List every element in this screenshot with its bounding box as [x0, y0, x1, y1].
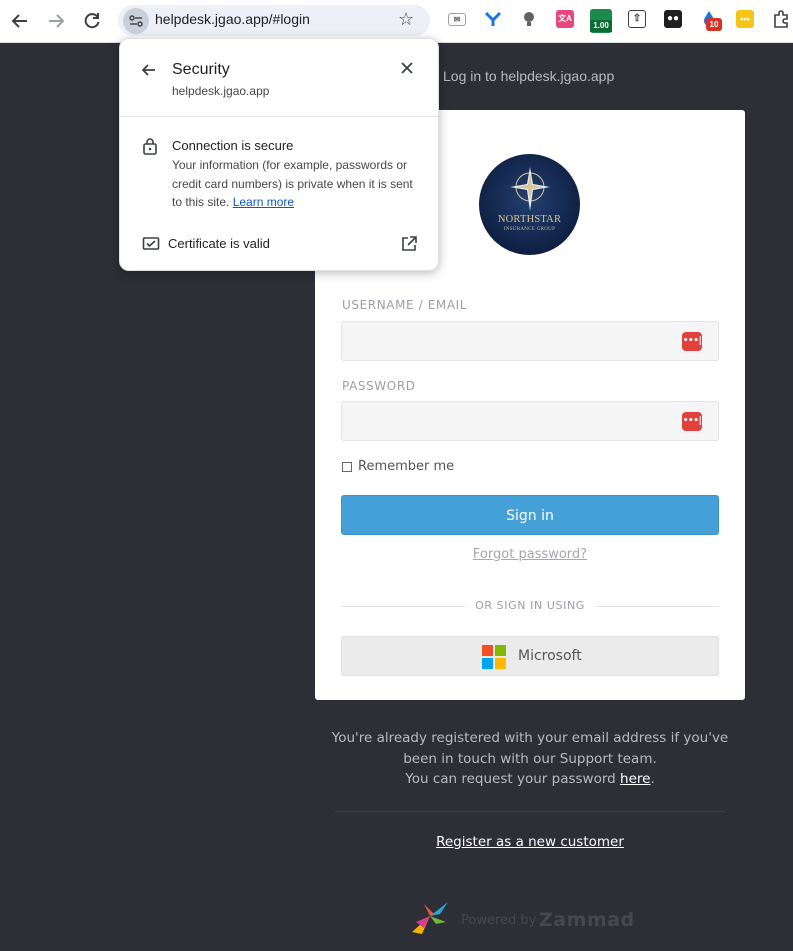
external-link-icon[interactable] [400, 235, 418, 258]
password-field[interactable]: •••| [341, 401, 719, 441]
password-manager-icon[interactable]: •••| [682, 332, 702, 351]
logo-subtitle: INSURANCE GROUP [503, 227, 556, 232]
lock-icon [142, 137, 158, 160]
remember-me-checkbox[interactable] [342, 462, 352, 472]
powered-by-label: Powered by [461, 913, 537, 928]
or-sign-in-using-label: OR SIGN IN USING [475, 599, 585, 612]
reload-icon[interactable] [80, 9, 104, 33]
sign-in-button[interactable]: Sign in [341, 495, 719, 535]
divider-left [341, 606, 465, 607]
forward-arrow-icon[interactable] [44, 9, 68, 33]
logo-name: NORTHSTAR [497, 214, 562, 225]
forgot-password-link[interactable]: Forgot password? [315, 547, 745, 562]
zammad-brand: Zammad [539, 909, 635, 931]
registered-note: You're already registered with your emai… [315, 728, 745, 790]
puzzle-extensions-icon[interactable] [772, 10, 790, 28]
certificate-valid-button[interactable]: Certificate is valid [168, 236, 270, 251]
password-manager-icon[interactable]: •••| [682, 412, 702, 431]
y-extension-icon[interactable] [484, 10, 502, 28]
back-arrow-icon[interactable] [140, 61, 158, 84]
microsoft-logo-icon [482, 645, 506, 669]
register-text[interactable]: Register as a new customer [436, 834, 624, 850]
microsoft-label: Microsoft [518, 648, 582, 664]
username-label: USERNAME / EMAIL [342, 298, 468, 312]
security-popup: Security helpdesk.jgao.app Connection is… [119, 38, 439, 271]
price-badge: 1.00 [590, 20, 612, 32]
period: . [650, 771, 655, 787]
microsoft-sign-in-button[interactable]: Microsoft [341, 636, 719, 676]
remember-me-label[interactable]: Remember me [358, 459, 454, 474]
browser-toolbar: helpdesk.jgao.app/#login ☆ ✉ 文A 1.00 ⇧ ●… [0, 0, 793, 43]
page-heading: Log in to helpdesk.jgao.app [443, 68, 615, 84]
site-info-icon[interactable] [123, 8, 149, 34]
url-text[interactable]: helpdesk.jgao.app/#login [155, 11, 310, 27]
back-arrow-icon[interactable] [8, 9, 32, 33]
drop-extension-icon[interactable]: 10 [700, 10, 722, 31]
upload-extension-icon[interactable]: ⇧ [628, 10, 646, 28]
company-logo: NORTHSTAR INSURANCE GROUP [479, 154, 580, 255]
popup-divider [120, 116, 438, 117]
zammad-bird-icon [412, 902, 448, 934]
separator [335, 811, 725, 812]
popup-host: helpdesk.jgao.app [172, 84, 270, 98]
registered-note-line: You're already registered with your emai… [331, 730, 729, 767]
username-field[interactable]: •••| [341, 321, 719, 361]
password-extension-icon[interactable]: ••• [736, 10, 754, 28]
register-link[interactable]: Register as a new customer [315, 834, 745, 850]
bulb-extension-icon[interactable] [520, 10, 538, 28]
address-bar[interactable]: helpdesk.jgao.app/#login ☆ [118, 5, 430, 36]
popup-title: Security [172, 61, 230, 78]
password-label: PASSWORD [342, 379, 416, 393]
mail-extension-icon[interactable]: ✉ [448, 13, 466, 26]
forgot-password-text[interactable]: Forgot password? [473, 547, 587, 562]
request-password-text: You can request your password [405, 771, 616, 787]
translate-extension-icon[interactable]: 文A [556, 10, 574, 28]
connection-secure-title: Connection is secure [172, 138, 294, 153]
certificate-icon [142, 236, 160, 257]
bookmark-star-icon[interactable]: ☆ [398, 9, 414, 30]
chat-extension-icon[interactable]: ●● [664, 10, 682, 28]
request-password-line: You can request your password here. [315, 769, 745, 790]
powered-by-footer[interactable]: Powered by Zammad [410, 898, 640, 938]
drop-badge: 10 [706, 18, 722, 31]
close-icon[interactable] [398, 59, 416, 82]
request-password-link[interactable]: here [620, 771, 650, 787]
learn-more-link[interactable]: Learn more [233, 195, 294, 209]
connection-secure-description: Your information (for example, passwords… [172, 156, 422, 212]
divider-right [595, 606, 719, 607]
price-extension-icon[interactable]: 1.00 [590, 9, 612, 33]
